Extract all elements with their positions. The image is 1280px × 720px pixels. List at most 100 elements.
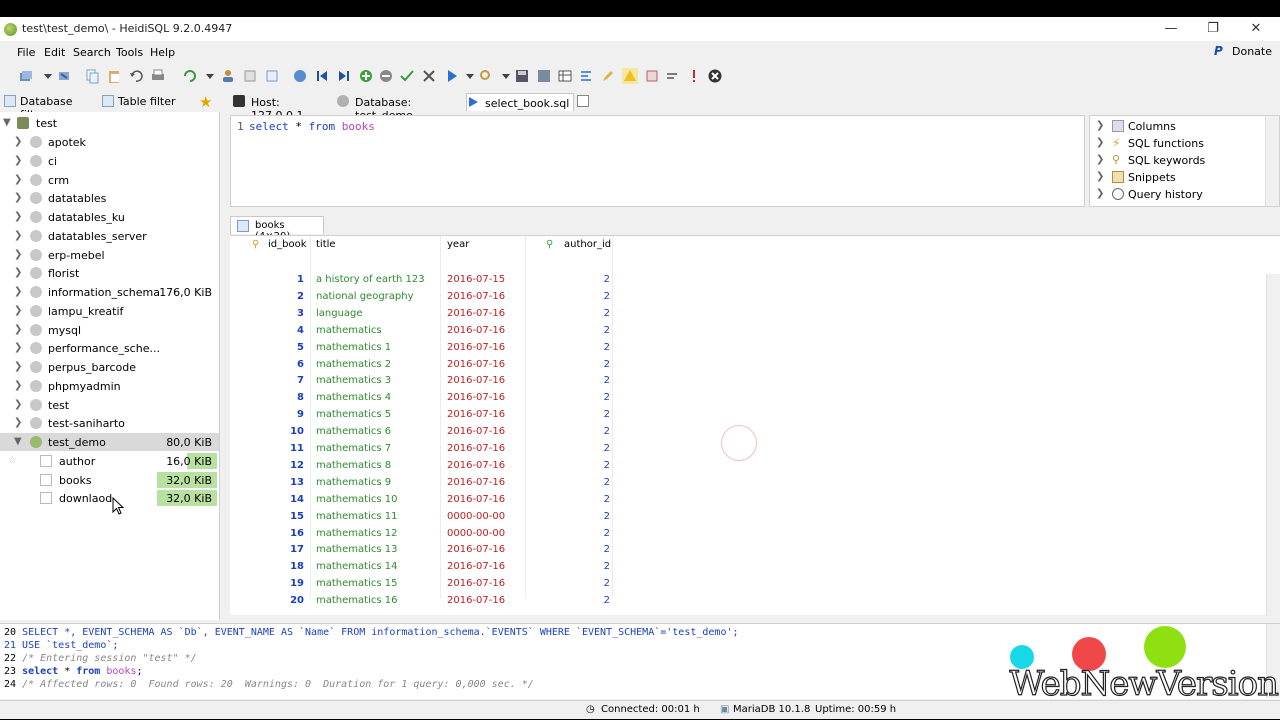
- cell-author-id[interactable]: 2: [530, 578, 610, 589]
- cell-author-id[interactable]: 2: [530, 544, 610, 555]
- cell-year[interactable]: 2016-07-16: [447, 561, 505, 572]
- chevron-right-icon[interactable]: ❯: [14, 174, 22, 185]
- edit-pencil-icon[interactable]: [600, 68, 616, 84]
- cell-title[interactable]: national geography: [316, 291, 414, 302]
- tree-database-item[interactable]: ❯ performance_sche...: [0, 339, 219, 357]
- cell-title[interactable]: mathematics 8: [316, 460, 391, 471]
- chevron-right-icon[interactable]: ❯: [14, 155, 22, 166]
- chevron-right-icon[interactable]: ❯: [14, 211, 22, 222]
- table-row[interactable]: 9 mathematics 5 2016-07-16 2: [230, 407, 630, 424]
- cell-author-id[interactable]: 2: [530, 426, 610, 437]
- chevron-right-icon[interactable]: ❯: [14, 192, 22, 203]
- filter-icon[interactable]: [644, 68, 660, 84]
- table-row[interactable]: 3 language 2016-07-16 2: [230, 306, 630, 323]
- cell-id-book[interactable]: 1: [260, 274, 304, 285]
- format-sql-icon[interactable]: [578, 68, 594, 84]
- cell-year[interactable]: 2016-07-16: [447, 409, 505, 420]
- cell-title[interactable]: mathematics 1: [316, 342, 391, 353]
- cell-year[interactable]: 0000-00-00: [447, 511, 505, 522]
- cell-id-book[interactable]: 7: [260, 375, 304, 386]
- refresh-dropdown-icon[interactable]: [202, 68, 218, 84]
- menu-edit[interactable]: Edit: [44, 46, 65, 59]
- sql-editor[interactable]: 1 select * from books: [230, 115, 1085, 207]
- last-record-icon[interactable]: [336, 68, 352, 84]
- cell-id-book[interactable]: 10: [260, 426, 304, 437]
- tree-database-item[interactable]: ❯ florist: [0, 264, 219, 282]
- cell-title[interactable]: mathematics 5: [316, 409, 391, 420]
- chevron-right-icon[interactable]: ❯: [1096, 188, 1104, 199]
- tree-database-item[interactable]: ❯ perpus_barcode: [0, 358, 219, 376]
- table-row[interactable]: 10 mathematics 6 2016-07-16 2: [230, 424, 630, 441]
- post-check-icon[interactable]: [399, 68, 415, 84]
- chevron-right-icon[interactable]: ❯: [14, 305, 22, 316]
- tree-table-item[interactable]: books 32,0 KiB: [0, 471, 219, 489]
- cell-author-id[interactable]: 2: [530, 342, 610, 353]
- import-icon[interactable]: [242, 68, 258, 84]
- chevron-right-icon[interactable]: ❯: [14, 249, 22, 260]
- cell-year[interactable]: 2016-07-16: [447, 375, 505, 386]
- cell-author-id[interactable]: 2: [530, 291, 610, 302]
- delete-record-icon[interactable]: [378, 68, 394, 84]
- cell-title[interactable]: mathematics 12: [316, 528, 397, 539]
- cell-title[interactable]: language: [316, 308, 363, 319]
- minimize-button[interactable]: —: [1156, 20, 1186, 38]
- table-row[interactable]: 16 mathematics 12 0000-00-00 2: [230, 526, 630, 543]
- cell-author-id[interactable]: 2: [530, 274, 610, 285]
- dropdown-arrow-icon[interactable]: [40, 68, 56, 84]
- chevron-right-icon[interactable]: ❯: [14, 267, 22, 278]
- tree-table-item[interactable]: downlaod 32,0 KiB: [0, 489, 219, 507]
- column-header-title[interactable]: title: [316, 239, 336, 250]
- cell-id-book[interactable]: 2: [260, 291, 304, 302]
- tab-host[interactable]: Host: 127.0.0.1: [233, 93, 329, 122]
- cell-title[interactable]: mathematics 7: [316, 443, 391, 454]
- cancel-x-icon[interactable]: [421, 68, 437, 84]
- chevron-right-icon[interactable]: ❯: [14, 136, 22, 147]
- favorite-star-icon[interactable]: ★: [199, 93, 212, 111]
- copy-icon[interactable]: [84, 68, 100, 84]
- save-icon[interactable]: [514, 68, 530, 84]
- cell-year[interactable]: 2016-07-16: [447, 578, 505, 589]
- cell-author-id[interactable]: 2: [530, 528, 610, 539]
- cell-id-book[interactable]: 11: [260, 443, 304, 454]
- tree-database-item[interactable]: ❯ phpmyadmin: [0, 377, 219, 395]
- chevron-down-icon[interactable]: ▼: [3, 117, 11, 128]
- cell-year[interactable]: 2016-07-16: [447, 359, 505, 370]
- cell-year[interactable]: 2016-07-16: [447, 392, 505, 403]
- cell-year[interactable]: 2016-07-15: [447, 274, 505, 285]
- tab-database[interactable]: Database: test_demo: [337, 93, 462, 122]
- cell-id-book[interactable]: 19: [260, 578, 304, 589]
- table-row[interactable]: 20 mathematics 16 2016-07-16 2: [230, 593, 630, 610]
- add-record-icon[interactable]: [358, 68, 374, 84]
- tree-database-item[interactable]: ❯ information_schema 176,0 KiB: [0, 283, 219, 301]
- chevron-right-icon[interactable]: ❯: [1096, 171, 1104, 182]
- cell-id-book[interactable]: 9: [260, 409, 304, 420]
- cell-year[interactable]: 2016-07-16: [447, 443, 505, 454]
- tree-database-item[interactable]: ❯ ci: [0, 152, 219, 170]
- cell-title[interactable]: mathematics 11: [316, 511, 397, 522]
- table-filter-tab[interactable]: Table filter: [102, 93, 198, 110]
- result-tab[interactable]: books (4×20): [230, 216, 324, 242]
- cell-id-book[interactable]: 15: [260, 511, 304, 522]
- cell-author-id[interactable]: 2: [530, 359, 610, 370]
- refresh-icon[interactable]: [182, 68, 198, 84]
- table-row[interactable]: 6 mathematics 2 2016-07-16 2: [230, 357, 630, 374]
- cell-id-book[interactable]: 13: [260, 477, 304, 488]
- table-row[interactable]: 2 national geography 2016-07-16 2: [230, 289, 630, 306]
- donate-button[interactable]: P Donate: [1214, 43, 1280, 61]
- menu-tools[interactable]: Tools: [116, 46, 143, 59]
- explain-icon[interactable]: [478, 68, 494, 84]
- table-row[interactable]: 13 mathematics 9 2016-07-16 2: [230, 475, 630, 492]
- prev-record-icon[interactable]: [314, 68, 330, 84]
- chevron-right-icon[interactable]: ❯: [14, 230, 22, 241]
- table-row[interactable]: 4 mathematics 2016-07-16 2: [230, 323, 630, 340]
- undo-icon[interactable]: [128, 68, 144, 84]
- cell-year[interactable]: 2016-07-16: [447, 595, 505, 606]
- print-icon[interactable]: [150, 68, 166, 84]
- cell-year[interactable]: 0000-00-00: [447, 528, 505, 539]
- cell-author-id[interactable]: 2: [530, 443, 610, 454]
- cell-year[interactable]: 2016-07-16: [447, 460, 505, 471]
- cell-title[interactable]: mathematics 10: [316, 494, 397, 505]
- maximize-button[interactable]: ❐: [1198, 20, 1228, 38]
- tree-database-item[interactable]: ▼ test_demo 80,0 KiB: [0, 433, 219, 451]
- cell-title[interactable]: mathematics 4: [316, 392, 391, 403]
